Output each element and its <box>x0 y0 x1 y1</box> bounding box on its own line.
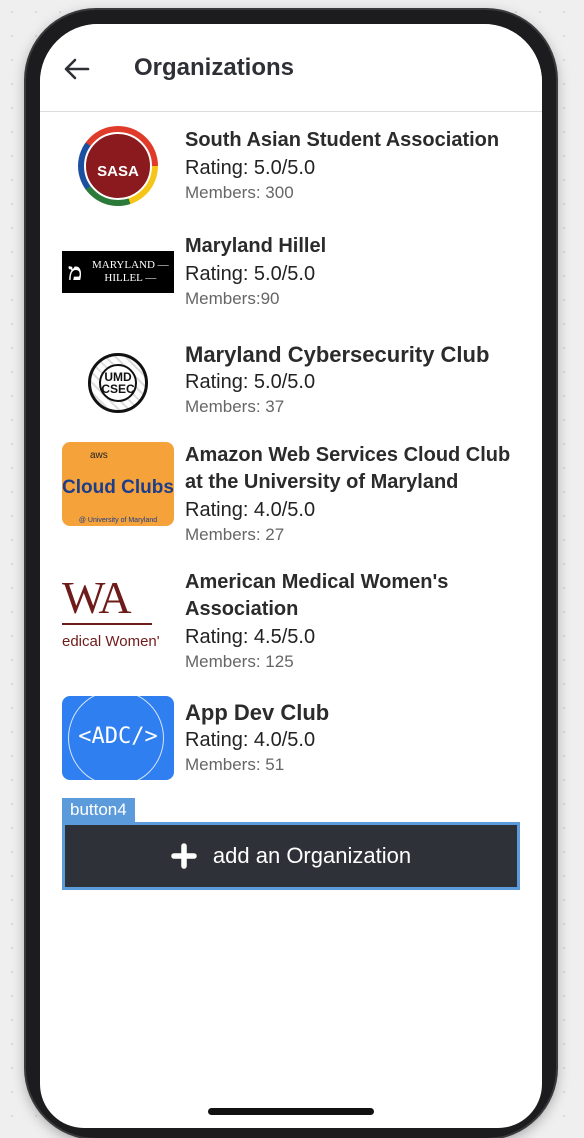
org-members: Members:90 <box>185 289 280 308</box>
home-indicator <box>208 1108 374 1115</box>
org-rating: Rating: 4.5/5.0 <box>185 626 316 648</box>
page-title: Organizations <box>134 54 295 81</box>
org-name: Maryland Cybersecurity Club <box>185 342 490 367</box>
org-rating: Rating: 4.0/5.0 <box>185 729 316 751</box>
org-logo: SASA <box>62 124 174 208</box>
org-members: Members: 51 <box>185 755 285 774</box>
list-item[interactable]: UMD CSEC Maryland Cybersecurity Club Rat… <box>62 336 532 426</box>
add-organization-button[interactable]: add an Organization <box>62 822 520 890</box>
org-members: Members: 300 <box>185 183 294 202</box>
org-logo: aws Cloud Clubs @ University of Maryland <box>62 442 174 526</box>
org-name: App Dev Club <box>185 700 330 725</box>
list-item[interactable]: מ MARYLAND — HILLEL — Maryland Hillel Ra… <box>62 230 532 320</box>
org-name: Maryland Hillel <box>185 235 327 257</box>
org-logo: UMD CSEC <box>62 341 174 425</box>
arrow-left-icon <box>64 58 90 80</box>
list-item[interactable]: aws Cloud Clubs @ University of Maryland… <box>62 442 532 558</box>
app-screen: Organizations SASA South Asian Student A… <box>40 24 542 1128</box>
list-item[interactable]: <ADC/> App Dev Club Rating: 4.0/5.0 Memb… <box>62 696 532 786</box>
org-name: American Medical Women's Association <box>185 571 449 620</box>
org-rating: Rating: 5.0/5.0 <box>185 263 316 285</box>
org-logo: מ MARYLAND — HILLEL — <box>62 230 174 314</box>
org-logo: <ADC/> <box>62 696 174 780</box>
back-button[interactable] <box>60 52 94 86</box>
org-members: Members: 27 <box>185 525 285 544</box>
org-rating: Rating: 5.0/5.0 <box>185 371 316 393</box>
org-name: South Asian Student Association <box>185 129 500 151</box>
list-item[interactable]: WA edical Women' American Medical Women'… <box>62 569 532 685</box>
org-logo: WA edical Women' <box>62 569 174 653</box>
app-header: Organizations <box>40 24 542 112</box>
org-rating: Rating: 5.0/5.0 <box>185 157 316 179</box>
plus-icon <box>171 843 197 869</box>
org-name: Amazon Web Services Cloud Club at the Un… <box>185 444 511 493</box>
org-rating: Rating: 4.0/5.0 <box>185 499 316 521</box>
button-debug-tag: button4 <box>62 798 135 822</box>
org-members: Members: 37 <box>185 397 285 416</box>
org-members: Members: 125 <box>185 652 294 671</box>
list-item[interactable]: SASA South Asian Student Association Rat… <box>62 124 532 214</box>
add-organization-label: add an Organization <box>212 843 412 868</box>
